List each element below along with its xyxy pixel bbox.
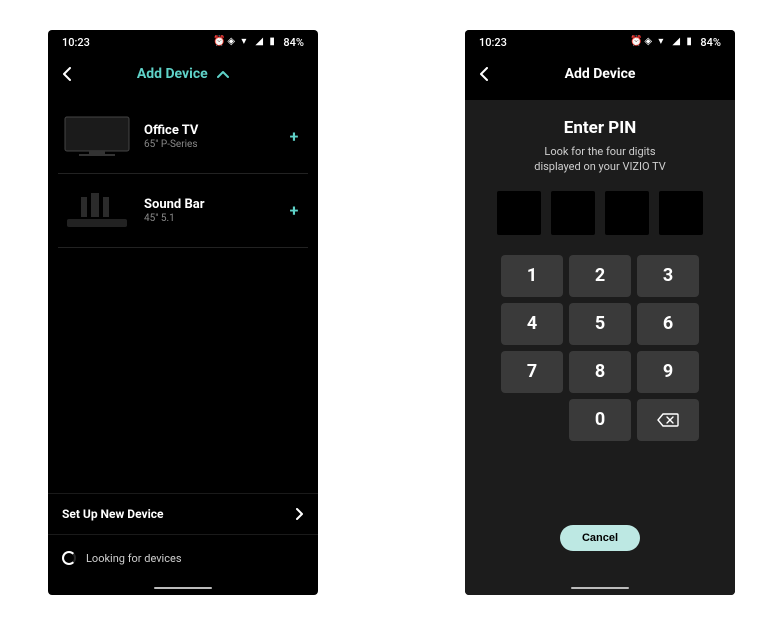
backspace-icon [657, 413, 679, 427]
tv-icon [61, 115, 133, 159]
key-0[interactable]: 0 [569, 399, 631, 441]
chevron-left-icon [62, 67, 71, 81]
key-4[interactable]: 4 [501, 303, 563, 345]
device-info: Sound Bar 45" 5.1 [136, 197, 280, 224]
header-title-text: Add Device [137, 66, 208, 82]
pin-subtitle: Look for the four digits displayed on yo… [534, 144, 666, 175]
add-device-button[interactable]: + [280, 127, 308, 146]
pin-digit-3[interactable] [605, 191, 649, 235]
alarm-icon: ⏰ [213, 37, 223, 47]
key-1[interactable]: 1 [501, 255, 563, 297]
chevron-left-icon [479, 67, 488, 81]
key-5[interactable]: 5 [569, 303, 631, 345]
device-sub: 45" 5.1 [144, 213, 280, 224]
status-icons: ⏰ ◈ ▾ ◢ ▮ 84% [213, 36, 304, 49]
header-title: Add Device [565, 66, 636, 82]
status-time: 10:23 [62, 36, 90, 49]
wifi-icon: ▾ [658, 37, 668, 47]
dnd-icon: ◈ [227, 37, 237, 47]
status-bar: 10:23 ⏰ ◈ ▾ ◢ ▮ 84% [48, 30, 318, 54]
key-2[interactable]: 2 [569, 255, 631, 297]
home-indicator[interactable] [48, 581, 318, 595]
status-time: 10:23 [479, 36, 507, 49]
setup-label: Set Up New Device [62, 507, 163, 521]
dnd-icon: ◈ [644, 37, 654, 47]
key-7[interactable]: 7 [501, 351, 563, 393]
device-thumb-tv [58, 112, 136, 162]
device-row-office-tv[interactable]: Office TV 65" P-Series + [58, 100, 308, 174]
setup-new-device-button[interactable]: Set Up New Device [48, 493, 318, 535]
signal-icon: ◢ [255, 37, 265, 47]
cancel-button[interactable]: Cancel [560, 525, 640, 551]
status-icons: ⏰ ◈ ▾ ◢ ▮ 84% [630, 36, 721, 49]
battery-percent: 84% [283, 36, 304, 49]
key-6[interactable]: 6 [637, 303, 699, 345]
battery-icon: ▮ [269, 37, 279, 47]
device-sub: 65" P-Series [144, 139, 280, 150]
wifi-icon: ▾ [241, 37, 251, 47]
key-3[interactable]: 3 [637, 255, 699, 297]
device-info: Office TV 65" P-Series [136, 123, 280, 150]
home-indicator[interactable] [465, 581, 735, 595]
keypad: 1 2 3 4 5 6 7 8 9 0 [501, 255, 699, 441]
add-device-button[interactable]: + [280, 201, 308, 220]
soundbar-icon [61, 189, 133, 233]
phone-add-device-list: 10:23 ⏰ ◈ ▾ ◢ ▮ 84% Add Device [48, 30, 318, 595]
status-bar: 10:23 ⏰ ◈ ▾ ◢ ▮ 84% [465, 30, 735, 54]
looking-label: Looking for devices [86, 552, 182, 565]
app-header: Add Device [48, 54, 318, 94]
pin-sub-line2: displayed on your VIZIO TV [534, 160, 666, 173]
signal-icon: ◢ [672, 37, 682, 47]
device-name: Sound Bar [144, 197, 280, 212]
back-button[interactable] [479, 67, 488, 81]
pin-screen: Enter PIN Look for the four digits displ… [465, 100, 735, 581]
device-list: Office TV 65" P-Series + Sound Bar 45" 5… [48, 100, 318, 248]
chevron-right-icon [296, 508, 304, 520]
header-title[interactable]: Add Device [137, 66, 229, 82]
back-button[interactable] [62, 67, 71, 81]
phone-enter-pin: 10:23 ⏰ ◈ ▾ ◢ ▮ 84% Add Device Enter PIN… [465, 30, 735, 595]
chevron-up-icon [217, 70, 229, 78]
pin-sub-line1: Look for the four digits [544, 145, 655, 158]
pin-title: Enter PIN [564, 118, 636, 138]
device-row-sound-bar[interactable]: Sound Bar 45" 5.1 + [58, 174, 308, 248]
pin-input-boxes [497, 191, 703, 235]
app-header: Add Device [465, 54, 735, 94]
pin-digit-4[interactable] [659, 191, 703, 235]
key-8[interactable]: 8 [569, 351, 631, 393]
pin-digit-1[interactable] [497, 191, 541, 235]
key-backspace[interactable] [637, 399, 699, 441]
key-9[interactable]: 9 [637, 351, 699, 393]
alarm-icon: ⏰ [630, 37, 640, 47]
battery-icon: ▮ [686, 37, 696, 47]
device-name: Office TV [144, 123, 280, 138]
spinner-icon [62, 551, 76, 565]
device-thumb-soundbar [58, 186, 136, 236]
battery-percent: 84% [700, 36, 721, 49]
pin-digit-2[interactable] [551, 191, 595, 235]
looking-for-devices: Looking for devices [48, 535, 318, 581]
